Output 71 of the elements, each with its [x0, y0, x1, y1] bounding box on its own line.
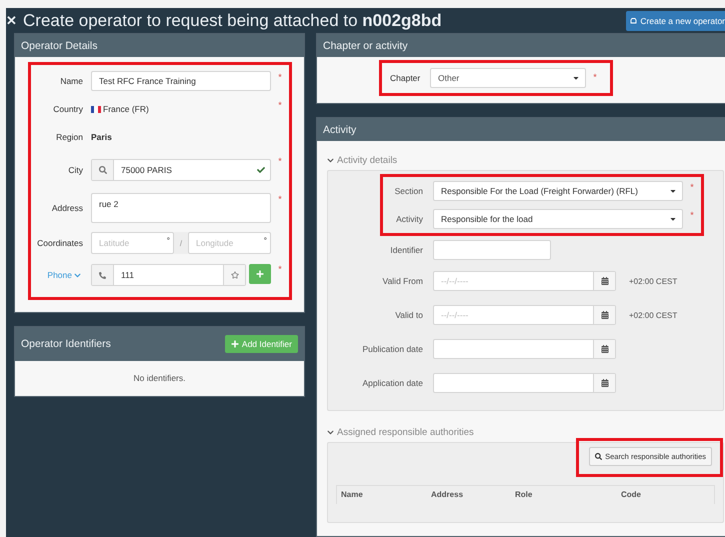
field-label: Application date	[362, 378, 424, 388]
timezone-text: +02:00 CEST	[629, 310, 678, 320]
latitude-field[interactable]: Latitude °	[91, 232, 174, 254]
city-search-field[interactable]: 75000 PARIS	[91, 159, 271, 181]
star-icon	[230, 271, 238, 279]
name-field[interactable]: Test RFC France Training	[91, 71, 271, 91]
caret-icon	[572, 74, 580, 82]
required-asterisk: *	[277, 193, 283, 204]
identifier-field[interactable]	[433, 240, 551, 260]
longitude-field[interactable]: Longitude °	[188, 232, 271, 254]
field-label: Region	[55, 132, 84, 142]
required-asterisk: *	[277, 71, 283, 82]
required-asterisk: *	[689, 209, 695, 220]
required-asterisk: *	[277, 155, 283, 166]
chapter-select[interactable]: Other	[430, 68, 586, 88]
separator-text: /	[174, 232, 188, 254]
caret-icon	[669, 215, 677, 223]
field-label: Identifier	[389, 245, 424, 255]
field-label: City	[67, 165, 84, 175]
chevron-down-icon	[74, 272, 81, 278]
close-icon[interactable]: ✕	[6, 13, 17, 28]
calendar-icon	[600, 311, 608, 319]
required-asterisk: *	[277, 99, 283, 110]
select-field[interactable]: Responsible For the Load (Freight Forwarder) (RFL)	[433, 181, 683, 201]
favorite-button[interactable]	[223, 265, 245, 285]
column-header: Code	[621, 490, 642, 499]
date-field[interactable]	[433, 373, 616, 393]
chevron-down-icon	[327, 157, 334, 164]
search-icon	[98, 166, 106, 174]
empty-message: No identifiers.	[132, 372, 186, 385]
search-icon	[595, 453, 602, 460]
plus-icon	[230, 340, 239, 348]
caret-icon	[669, 187, 677, 195]
phone-field[interactable]: 111	[91, 264, 246, 286]
panel-title: Activity	[317, 118, 725, 141]
address-field[interactable]: rue 2	[91, 193, 271, 223]
field-label: Name	[59, 76, 84, 86]
date-field[interactable]	[433, 339, 616, 359]
required-asterisk: *	[277, 263, 283, 274]
field-label: Section	[394, 186, 424, 196]
timezone-text: +02:00 CEST	[629, 276, 678, 286]
chevron-down-icon	[327, 429, 334, 436]
panel-title: Operator Details	[15, 34, 304, 57]
flag-icon	[91, 106, 101, 112]
field-label: Publication date	[362, 344, 424, 354]
calendar-icon	[600, 277, 608, 285]
panel-title: Chapter or activity	[317, 34, 725, 57]
field-label: Valid From	[382, 276, 424, 286]
required-asterisk: *	[689, 181, 695, 192]
field-label: Activity	[395, 214, 424, 224]
calendar-icon	[600, 379, 608, 387]
panel-title: Operator Identifiers	[21, 338, 111, 350]
required-asterisk: *	[592, 71, 598, 82]
select-field[interactable]: Responsible for the load	[433, 209, 683, 229]
plus-icon	[256, 270, 264, 278]
field-label: Address	[50, 203, 84, 213]
field-label: Country	[52, 104, 84, 114]
field-label: Valid to	[394, 310, 424, 320]
create-operator-button[interactable]: Create a new operator	[626, 10, 725, 30]
field-label: Coordinates	[36, 238, 84, 248]
column-header: Name	[341, 490, 364, 499]
country-value: France (FR)	[91, 104, 271, 114]
page-title: Create operator to request being attached to n002g8bd	[23, 10, 443, 30]
add-phone-button[interactable]	[249, 264, 271, 284]
calendar-icon	[600, 345, 608, 353]
phone-icon	[99, 272, 106, 278]
field-label: Chapter	[390, 73, 422, 83]
region-value: Paris	[91, 132, 113, 142]
column-header: Role	[515, 490, 534, 499]
car-icon	[630, 18, 638, 24]
column-header: Address	[431, 490, 464, 499]
